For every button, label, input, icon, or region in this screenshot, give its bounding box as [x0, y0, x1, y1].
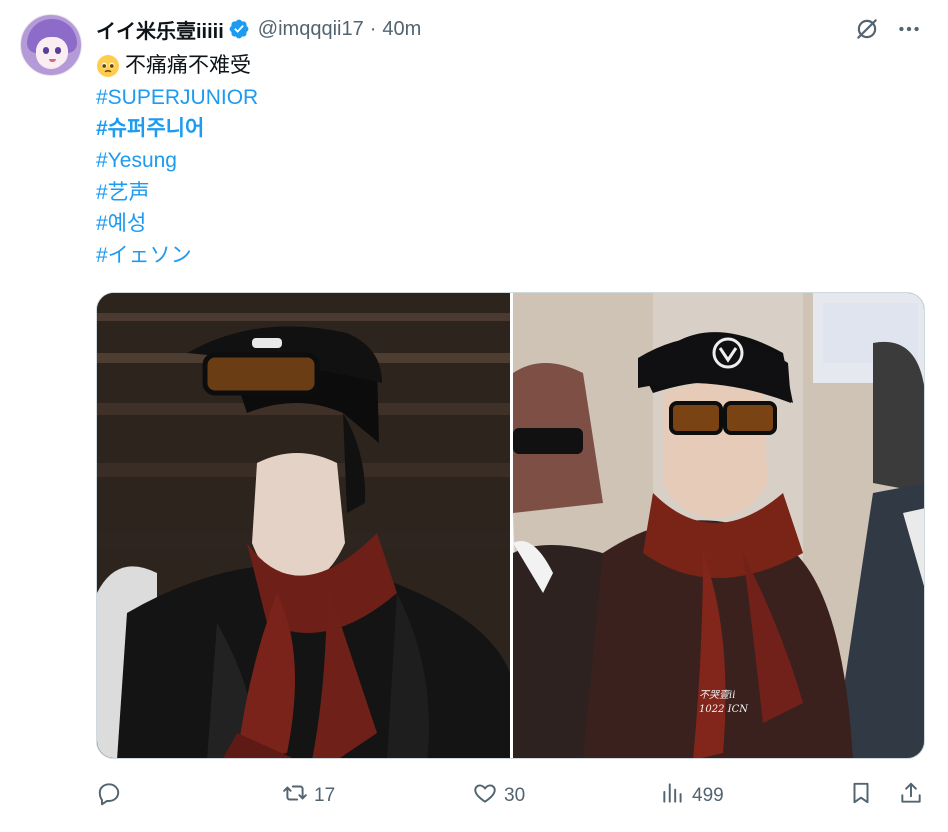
hashtag-line: #예성	[96, 208, 258, 240]
media-grid: 不哭壹ii 1022 ICN	[96, 292, 925, 759]
watermark: 不哭壹ii 1022 ICN	[699, 690, 748, 715]
hashtag-line: #SUPERJUNIOR	[96, 82, 258, 114]
bookmark-icon	[848, 780, 874, 812]
verified-badge-icon[interactable]	[228, 18, 250, 40]
retweet-button[interactable]: 17	[282, 778, 335, 814]
separator-dot: ·	[369, 17, 377, 40]
reply-button[interactable]	[96, 778, 122, 814]
reply-icon	[96, 780, 122, 812]
hashtag-link[interactable]: #SUPERJUNIOR	[96, 82, 258, 114]
photo-illustration	[97, 293, 510, 758]
like-button[interactable]: 30	[472, 778, 525, 814]
hashtag-link[interactable]: #イェソン	[96, 240, 192, 272]
grok-icon[interactable]	[852, 14, 882, 44]
hashtag-link[interactable]: #예성	[96, 208, 146, 240]
hashtag-link[interactable]: #슈퍼주니어	[96, 113, 204, 145]
heart-icon	[472, 780, 498, 812]
bar-chart-icon	[660, 780, 686, 812]
bookmark-button[interactable]	[848, 778, 874, 814]
media-photo-1[interactable]	[97, 293, 510, 758]
hashtag-link[interactable]: #Yesung	[96, 145, 177, 177]
action-bar: 17 30 499	[96, 778, 926, 814]
timestamp[interactable]: 40m	[382, 18, 421, 41]
more-options-icon[interactable]	[894, 14, 924, 44]
retweet-icon	[282, 780, 308, 812]
media-photo-2[interactable]: 不哭壹ii 1022 ICN	[513, 293, 924, 758]
avatar-eye	[43, 47, 49, 54]
pleading-face-icon	[96, 54, 120, 78]
share-icon	[898, 780, 924, 812]
views-button[interactable]: 499	[660, 778, 724, 814]
tweet-text: 不痛痛不难受 #SUPERJUNIOR #슈퍼주니어 #Yesung #艺声 #…	[96, 50, 258, 272]
retweet-count: 17	[314, 785, 336, 806]
share-button[interactable]	[898, 778, 924, 814]
text-line: 不痛痛不难受	[96, 50, 258, 82]
display-name[interactable]: イイ米乐壹iiiii	[96, 15, 224, 44]
tweet-header: イイ米乐壹iiiii @imqqqii17 · 40m	[96, 14, 421, 44]
hashtag-link[interactable]: #艺声	[96, 177, 150, 209]
handle[interactable]: @imqqqii17	[258, 18, 364, 41]
text-content: 不痛痛不难受	[125, 54, 251, 77]
hashtag-line: #艺声	[96, 177, 258, 209]
avatar-face	[36, 37, 68, 67]
avatar-eye	[55, 47, 61, 54]
views-count: 499	[692, 785, 724, 806]
hashtag-line: #イェソン	[96, 240, 258, 272]
avatar[interactable]	[20, 14, 82, 76]
like-count: 30	[504, 785, 526, 806]
hashtag-line: #Yesung	[96, 145, 258, 177]
hashtag-line: #슈퍼주니어	[96, 113, 258, 145]
